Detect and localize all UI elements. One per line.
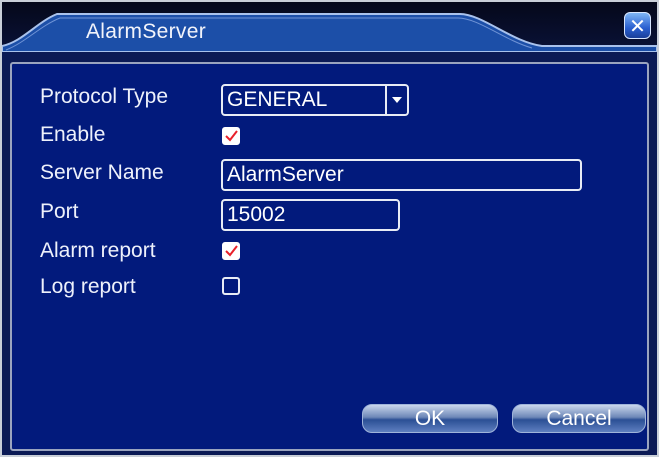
title-bar: AlarmServer ✕ (2, 2, 657, 52)
alarm-report-checkbox[interactable] (222, 242, 240, 260)
dropdown-arrow-icon (385, 86, 407, 114)
enable-label: Enable (40, 123, 106, 146)
protocol-type-value: GENERAL (227, 88, 328, 111)
log-report-checkbox[interactable] (222, 277, 240, 295)
check-icon (225, 245, 238, 257)
enable-checkbox[interactable] (222, 127, 240, 145)
alarm-report-label: Alarm report (40, 239, 156, 262)
protocol-type-select[interactable]: GENERAL (221, 84, 409, 116)
check-icon (225, 130, 238, 142)
settings-panel: Protocol Type GENERAL Enable Server Name… (10, 62, 649, 451)
cancel-button[interactable]: Cancel (512, 404, 646, 433)
close-icon: ✕ (629, 13, 646, 38)
port-input[interactable]: 15002 (221, 199, 400, 231)
log-report-label: Log report (40, 275, 136, 298)
protocol-type-label: Protocol Type (40, 85, 169, 108)
port-label: Port (40, 200, 79, 223)
server-name-label: Server Name (40, 161, 164, 184)
server-name-input[interactable]: AlarmServer (221, 159, 582, 191)
ok-button[interactable]: OK (362, 404, 498, 433)
alarm-server-dialog: AlarmServer ✕ Protocol Type GENERAL Enab… (0, 0, 659, 457)
close-button[interactable]: ✕ (624, 12, 651, 39)
dialog-title: AlarmServer (86, 20, 206, 43)
